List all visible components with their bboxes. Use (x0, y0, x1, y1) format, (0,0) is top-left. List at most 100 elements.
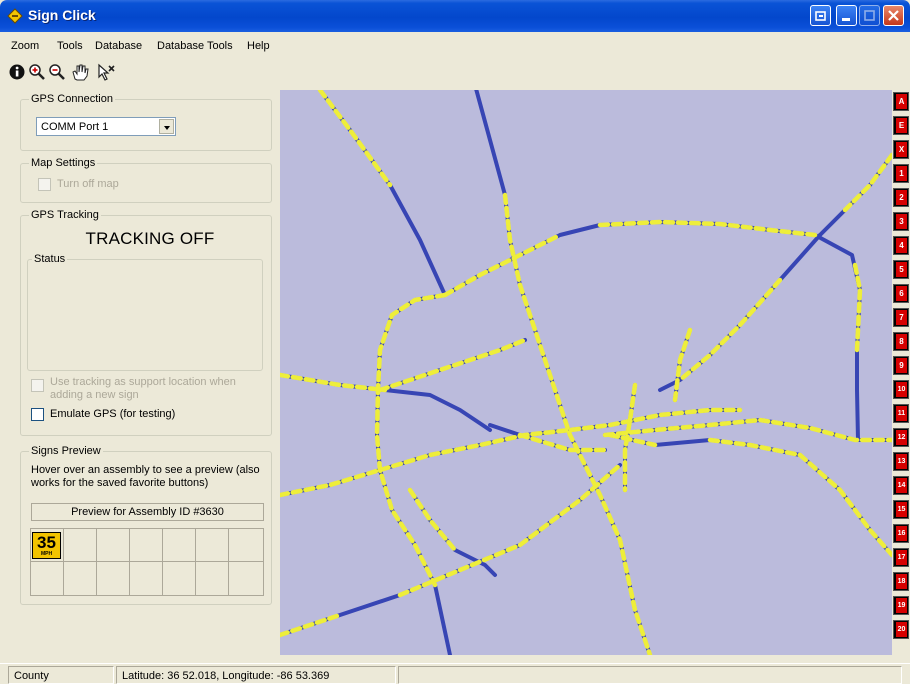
menu-bar: Zoom Tools Database Database Tools Help (0, 32, 910, 59)
sign-cell[interactable] (229, 562, 263, 595)
menu-tools[interactable]: Tools (57, 40, 83, 52)
status-extra (398, 666, 902, 684)
favorite-label: 10 (896, 382, 907, 397)
sign-cell[interactable] (130, 529, 163, 562)
minimize-button[interactable] (836, 5, 857, 26)
status-layer: County (8, 666, 114, 684)
favorite-button-3[interactable]: 3 (893, 212, 909, 231)
app-icon (7, 8, 23, 24)
use-tracking-label-line2: adding a new sign (50, 389, 139, 401)
favorite-button-10[interactable]: 10 (893, 380, 909, 399)
sign-cell[interactable] (229, 529, 263, 562)
gps-connection-legend: GPS Connection (29, 93, 115, 105)
zoom-in-icon[interactable] (28, 63, 46, 81)
status-legend: Status (32, 253, 68, 265)
speed-limit-value: 35 (37, 533, 56, 552)
zoom-out-icon[interactable] (48, 63, 66, 81)
menu-zoom[interactable]: Zoom (11, 40, 39, 52)
sign-cell[interactable] (97, 529, 130, 562)
restore-icon (815, 11, 826, 21)
status-bar: County Latitude: 36 52.018, Longitude: -… (0, 663, 910, 684)
favorite-button-6[interactable]: 6 (893, 284, 909, 303)
favorite-button-7[interactable]: 7 (893, 308, 909, 327)
favorite-label: 11 (896, 406, 907, 421)
favorite-button-1[interactable]: 1 (893, 164, 909, 183)
favorite-button-2[interactable]: 2 (893, 188, 909, 207)
map-canvas[interactable] (280, 90, 892, 655)
maximize-icon (864, 10, 875, 21)
favorite-button-18[interactable]: 18 (893, 572, 909, 591)
favorite-button-13[interactable]: 13 (893, 452, 909, 471)
signs-preview-hint-line2: works for the saved favorite buttons) (31, 477, 209, 489)
road-network (280, 90, 892, 655)
favorite-label: 2 (896, 190, 907, 205)
comm-port-dropdown-button[interactable] (159, 119, 174, 134)
select-pointer-icon[interactable] (95, 63, 117, 81)
favorite-label: 18 (896, 574, 907, 589)
turn-off-map-checkbox[interactable] (38, 178, 51, 191)
favorite-button-x[interactable]: X (893, 140, 909, 159)
sign-preview-grid: 35 MPH (30, 528, 264, 596)
favorite-button-14[interactable]: 14 (893, 476, 909, 495)
sign-cell[interactable] (31, 562, 64, 595)
favorite-button-17[interactable]: 17 (893, 548, 909, 567)
map-settings-legend: Map Settings (29, 157, 98, 169)
sign-cell[interactable] (196, 562, 229, 595)
favorite-label: 7 (896, 310, 907, 325)
favorite-label: 19 (896, 598, 907, 613)
pan-hand-icon[interactable] (69, 63, 91, 81)
favorite-button-16[interactable]: 16 (893, 524, 909, 543)
favorite-button-19[interactable]: 19 (893, 596, 909, 615)
favorite-label: 5 (896, 262, 907, 277)
sign-cell[interactable] (64, 562, 97, 595)
sign-cell[interactable] (130, 562, 163, 595)
sign-cell[interactable] (163, 562, 196, 595)
sign-cell[interactable] (64, 529, 97, 562)
favorite-button-15[interactable]: 15 (893, 500, 909, 519)
favorite-button-11[interactable]: 11 (893, 404, 909, 423)
menu-database-tools[interactable]: Database Tools (157, 40, 233, 52)
chevron-down-icon (164, 126, 170, 130)
favorite-button-4[interactable]: 4 (893, 236, 909, 255)
sign-cell[interactable] (97, 562, 130, 595)
info-icon[interactable] (8, 63, 26, 81)
emulate-gps-label: Emulate GPS (for testing) (50, 408, 176, 420)
speed-limit-sign-icon: 35 MPH (32, 532, 61, 559)
comm-port-value: COMM Port 1 (41, 121, 109, 133)
favorite-button-20[interactable]: 20 (893, 620, 909, 639)
minimize-icon (842, 18, 850, 21)
comm-port-select[interactable]: COMM Port 1 (36, 117, 176, 136)
sign-cell[interactable]: 35 MPH (31, 529, 64, 562)
sign-cell[interactable] (196, 529, 229, 562)
favorite-label: 13 (896, 454, 907, 469)
window-title: Sign Click (28, 7, 96, 23)
menu-help[interactable]: Help (247, 40, 270, 52)
favorite-label: 3 (896, 214, 907, 229)
favorite-button-5[interactable]: 5 (893, 260, 909, 279)
status-group: Status (27, 253, 263, 371)
title-bar: Sign Click (0, 0, 910, 32)
emulate-gps-checkbox[interactable] (31, 408, 44, 421)
gps-tracking-legend: GPS Tracking (29, 209, 101, 221)
use-tracking-label-line1: Use tracking as support location when (50, 376, 236, 388)
restore-button[interactable] (810, 5, 831, 26)
favorite-label: 6 (896, 286, 907, 301)
maximize-button[interactable] (859, 5, 880, 26)
favorite-label: 8 (896, 334, 907, 349)
sign-cell[interactable] (163, 529, 196, 562)
tracking-status-text: TRACKING OFF (85, 229, 215, 248)
favorite-button-9[interactable]: 9 (893, 356, 909, 375)
close-button[interactable] (883, 5, 904, 26)
favorite-button-12[interactable]: 12 (893, 428, 909, 447)
favorite-label: 15 (896, 502, 907, 517)
favorite-button-a[interactable]: A (893, 92, 909, 111)
menu-database[interactable]: Database (95, 40, 142, 52)
close-icon (888, 10, 899, 21)
status-coordinates: Latitude: 36 52.018, Longitude: -86 53.3… (116, 666, 396, 684)
signs-preview-hint-line1: Hover over an assembly to see a preview … (31, 464, 260, 476)
favorite-button-8[interactable]: 8 (893, 332, 909, 351)
use-tracking-checkbox[interactable] (31, 379, 44, 392)
favorite-button-e[interactable]: E (893, 116, 909, 135)
favorite-label: 17 (896, 550, 907, 565)
favorite-label: 1 (896, 166, 907, 181)
